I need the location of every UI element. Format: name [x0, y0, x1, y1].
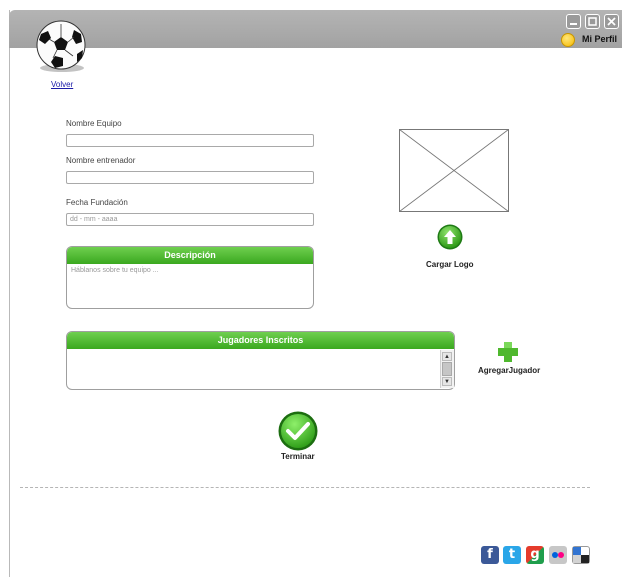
soccer-ball-logo: [36, 20, 86, 72]
minimize-icon: [570, 23, 577, 25]
description-title: Descripción: [67, 247, 313, 264]
add-player-label[interactable]: AgregarJugador: [478, 366, 540, 375]
coach-input[interactable]: [66, 171, 314, 184]
smiley-icon: [561, 33, 575, 47]
facebook-icon[interactable]: f: [481, 546, 499, 564]
back-link[interactable]: Volver: [51, 80, 73, 89]
players-scrollbar[interactable]: ▲ ▼: [440, 350, 454, 388]
scroll-up-icon[interactable]: ▲: [442, 352, 452, 361]
google-icon[interactable]: g: [526, 546, 544, 564]
players-panel: Jugadores Inscritos: [66, 331, 455, 390]
flickr-icon[interactable]: [549, 546, 567, 564]
add-player-button[interactable]: [498, 342, 518, 362]
upload-logo-label[interactable]: Cargar Logo: [426, 260, 474, 269]
team-name-label: Nombre Equipo: [66, 119, 122, 128]
close-button[interactable]: [604, 14, 619, 29]
description-panel[interactable]: Descripción Háblanos sobre tu equipo ...: [66, 246, 314, 309]
footer-divider: [20, 487, 590, 488]
upload-logo-button[interactable]: [437, 224, 463, 250]
founded-date-input[interactable]: dd - mm - aaaa: [66, 213, 314, 226]
minimize-button[interactable]: [566, 14, 581, 29]
scroll-thumb[interactable]: [442, 362, 452, 376]
logo-placeholder-image: [399, 129, 509, 212]
founded-label: Fecha Fundación: [66, 198, 128, 207]
profile-link[interactable]: Mi Perfil: [582, 34, 617, 44]
title-bar: [9, 10, 622, 48]
scroll-down-icon[interactable]: ▼: [442, 377, 452, 386]
maximize-button[interactable]: [585, 14, 600, 29]
description-textarea[interactable]: Háblanos sobre tu equipo ...: [67, 264, 313, 277]
finish-button[interactable]: [278, 411, 318, 451]
team-name-input[interactable]: [66, 134, 314, 147]
delicious-icon[interactable]: [572, 546, 590, 564]
maximize-icon: [588, 17, 597, 26]
close-icon: [607, 17, 616, 26]
finish-label[interactable]: Terminar: [281, 452, 315, 461]
players-title: Jugadores Inscritos: [67, 332, 454, 349]
twitter-icon[interactable]: t: [503, 546, 521, 564]
coach-label: Nombre entrenador: [66, 156, 136, 165]
